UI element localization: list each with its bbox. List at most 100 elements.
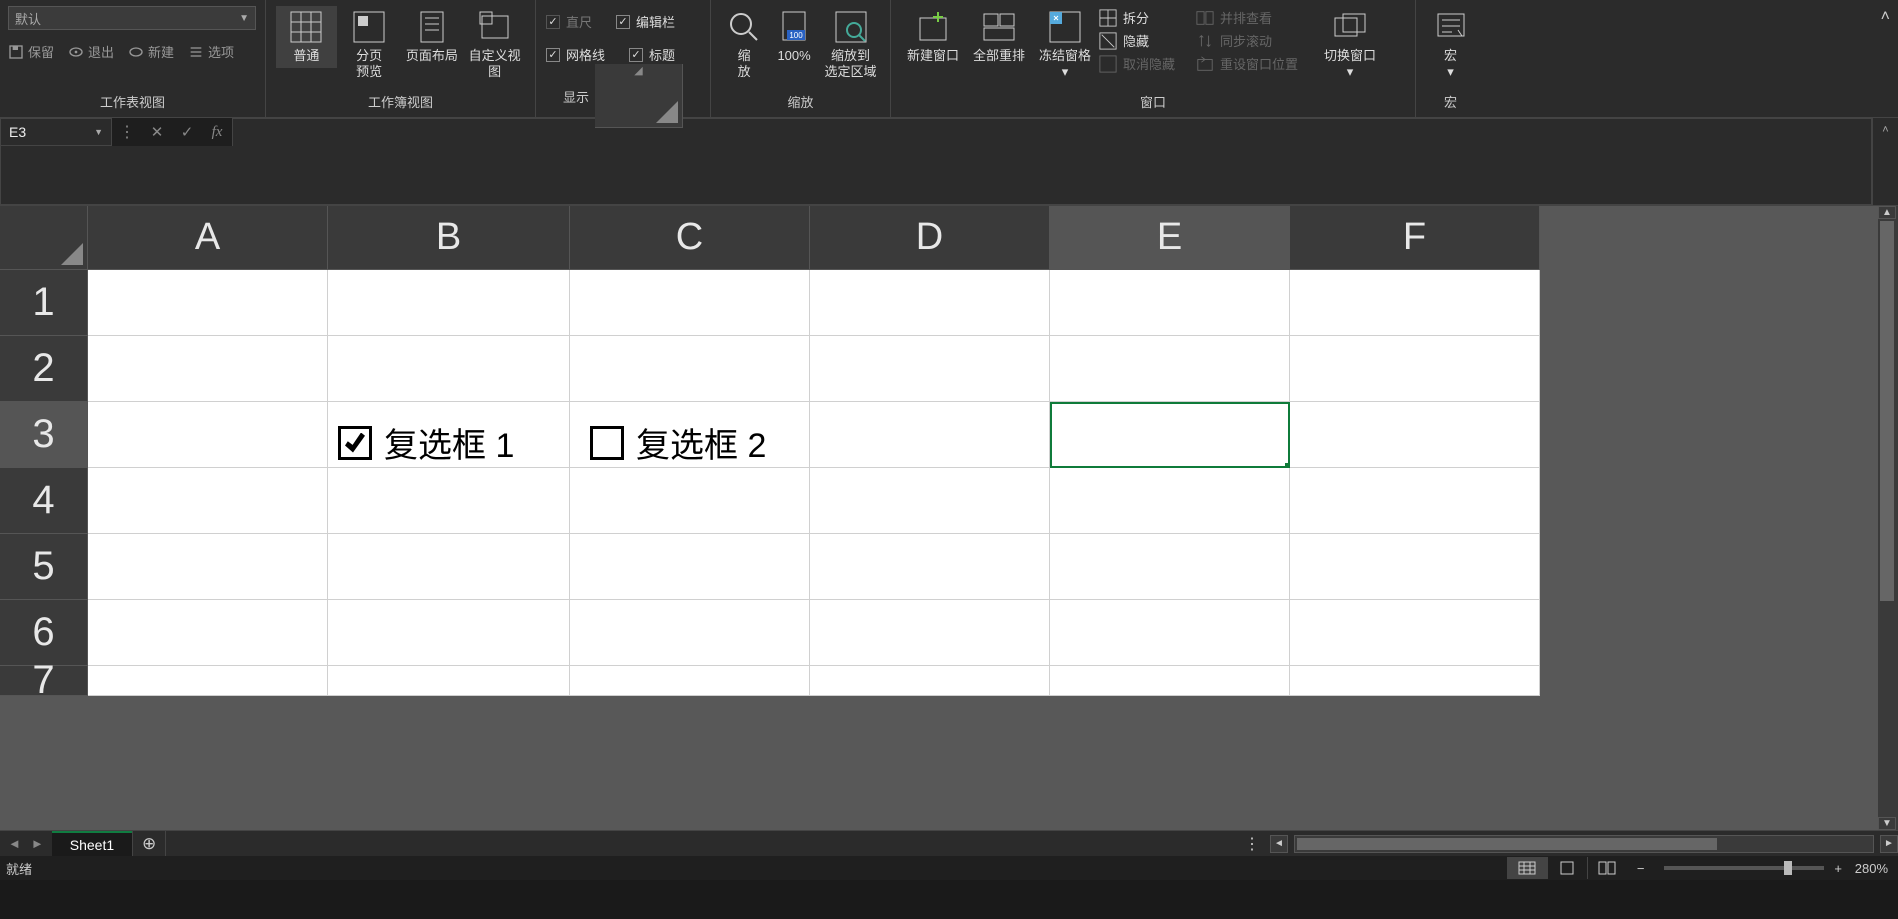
- headings-checkbox[interactable]: 标题: [629, 45, 675, 64]
- view-pagebreak-button[interactable]: [1587, 857, 1627, 879]
- tab-options[interactable]: ⋮: [1234, 834, 1270, 854]
- view-normal-button[interactable]: [1507, 857, 1547, 879]
- keep-button[interactable]: 保留: [8, 42, 54, 61]
- zoom-to-selection-button[interactable]: 缩放到 选定区域: [821, 6, 880, 83]
- cell-E5[interactable]: [1050, 534, 1290, 600]
- cell-E1[interactable]: [1050, 270, 1290, 336]
- exit-button[interactable]: 退出: [68, 42, 114, 61]
- new-window-button[interactable]: 新建窗口: [901, 6, 965, 68]
- cell-C4[interactable]: [570, 468, 810, 534]
- pagelayout-view-button[interactable]: 页面布局: [402, 6, 463, 68]
- cell-C7[interactable]: [570, 666, 810, 696]
- scroll-thumb[interactable]: [1297, 838, 1717, 850]
- zoom-in-button[interactable]: +: [1834, 861, 1842, 876]
- cell-B1[interactable]: [328, 270, 570, 336]
- cell-D1[interactable]: [810, 270, 1050, 336]
- cell-F5[interactable]: [1290, 534, 1540, 600]
- cell-B4[interactable]: [328, 468, 570, 534]
- name-box[interactable]: E3▼: [0, 118, 112, 146]
- options-button[interactable]: 选项: [188, 42, 234, 61]
- row-header-5[interactable]: 5: [0, 534, 88, 600]
- horizontal-scrollbar[interactable]: [1294, 835, 1874, 853]
- hide-button[interactable]: 隐藏: [1099, 31, 1194, 50]
- slider-thumb[interactable]: [1784, 861, 1792, 875]
- cell-E6[interactable]: [1050, 600, 1290, 666]
- form-checkbox-1[interactable]: 复选框 1: [338, 418, 514, 467]
- macro-button[interactable]: 宏▾: [1426, 6, 1475, 83]
- cell-C6[interactable]: [570, 600, 810, 666]
- col-header-F[interactable]: F: [1290, 206, 1540, 270]
- switch-windows-button[interactable]: 切换窗口▾: [1318, 6, 1382, 83]
- row-header-7[interactable]: 7: [0, 666, 88, 696]
- col-header-B[interactable]: B: [328, 206, 570, 270]
- cell-A6[interactable]: [88, 600, 328, 666]
- cell-F2[interactable]: [1290, 336, 1540, 402]
- formula-bar-collapse[interactable]: ˄: [1872, 118, 1898, 205]
- cell-F1[interactable]: [1290, 270, 1540, 336]
- sheet-view-select[interactable]: 默认 ▼: [8, 6, 256, 30]
- scroll-down-button[interactable]: ▼: [1878, 817, 1896, 830]
- cell-D7[interactable]: [810, 666, 1050, 696]
- col-header-C[interactable]: C: [570, 206, 810, 270]
- formula-input-expanded[interactable]: [0, 146, 1872, 205]
- row-header-4[interactable]: 4: [0, 468, 88, 534]
- col-header-E[interactable]: E: [1050, 206, 1290, 270]
- cell-D5[interactable]: [810, 534, 1050, 600]
- custom-view-button[interactable]: 自定义视图: [464, 6, 525, 83]
- gridlines-checkbox[interactable]: 网格线: [546, 45, 605, 64]
- cell-A4[interactable]: [88, 468, 328, 534]
- hscroll-right[interactable]: ►: [1880, 835, 1898, 853]
- cell-E3[interactable]: [1050, 402, 1290, 468]
- add-sheet-button[interactable]: ⊕: [132, 831, 166, 856]
- formula-input[interactable]: [232, 118, 1872, 146]
- pagebreak-view-button[interactable]: 分页 预览: [339, 6, 400, 83]
- vertical-scrollbar[interactable]: ▲ ▼: [1878, 206, 1898, 830]
- ribbon-collapse[interactable]: ˄: [1485, 0, 1898, 117]
- cell-C1[interactable]: [570, 270, 810, 336]
- cell-F7[interactable]: [1290, 666, 1540, 696]
- cell-A5[interactable]: [88, 534, 328, 600]
- scroll-up-button[interactable]: ▲: [1878, 206, 1896, 219]
- new-button[interactable]: 新建: [128, 42, 174, 61]
- dialog-launcher-icon[interactable]: ◢: [595, 64, 683, 128]
- cell-A2[interactable]: [88, 336, 328, 402]
- row-header-1[interactable]: 1: [0, 270, 88, 336]
- cell-C5[interactable]: [570, 534, 810, 600]
- zoom-level[interactable]: 280%: [1842, 861, 1892, 876]
- zoom-slider[interactable]: [1664, 866, 1824, 870]
- cell-D3[interactable]: [810, 402, 1050, 468]
- arrange-all-button[interactable]: 全部重排: [967, 6, 1031, 68]
- scroll-thumb[interactable]: [1880, 221, 1894, 601]
- zoom-button[interactable]: 缩 放: [721, 6, 767, 83]
- formula-bar-checkbox[interactable]: 编辑栏: [616, 12, 675, 31]
- col-header-A[interactable]: A: [88, 206, 328, 270]
- tab-first-button[interactable]: ◄: [8, 836, 21, 851]
- split-button[interactable]: 拆分: [1099, 8, 1194, 27]
- cell-D2[interactable]: [810, 336, 1050, 402]
- hscroll-left[interactable]: ◄: [1270, 835, 1288, 853]
- cell-B2[interactable]: [328, 336, 570, 402]
- cell-B7[interactable]: [328, 666, 570, 696]
- row-header-2[interactable]: 2: [0, 336, 88, 402]
- cell-D4[interactable]: [810, 468, 1050, 534]
- cell-E4[interactable]: [1050, 468, 1290, 534]
- cell-F6[interactable]: [1290, 600, 1540, 666]
- cell-D6[interactable]: [810, 600, 1050, 666]
- row-header-6[interactable]: 6: [0, 600, 88, 666]
- cell-C2[interactable]: [570, 336, 810, 402]
- zoom-100-button[interactable]: 100100%: [769, 6, 819, 68]
- cell-A3[interactable]: [88, 402, 328, 468]
- cell-B5[interactable]: [328, 534, 570, 600]
- normal-view-button[interactable]: 普通: [276, 6, 337, 68]
- tab-last-button[interactable]: ►: [31, 836, 44, 851]
- zoom-out-button[interactable]: −: [1637, 861, 1645, 876]
- formula-menu[interactable]: ⋮: [112, 118, 142, 146]
- col-header-D[interactable]: D: [810, 206, 1050, 270]
- cancel-formula-button[interactable]: ✕: [142, 118, 172, 146]
- select-all-corner[interactable]: [0, 206, 88, 270]
- row-header-3[interactable]: 3: [0, 402, 88, 468]
- cell-A7[interactable]: [88, 666, 328, 696]
- insert-function-button[interactable]: fx: [202, 118, 232, 146]
- form-checkbox-2[interactable]: 复选框 2: [590, 418, 766, 467]
- view-pagelayout-button[interactable]: [1547, 857, 1587, 879]
